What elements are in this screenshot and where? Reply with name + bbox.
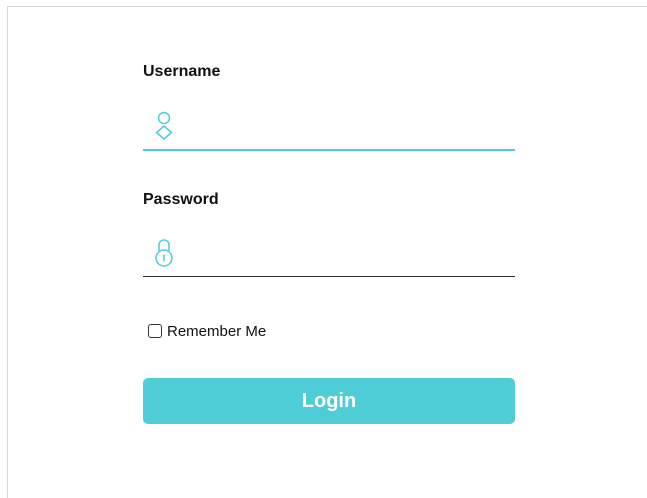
remember-me-label[interactable]: Remember Me	[167, 323, 266, 340]
lock-icon	[155, 239, 173, 267]
login-button[interactable]: Login	[143, 378, 515, 424]
remember-me[interactable]: Remember Me	[148, 321, 266, 341]
password-field[interactable]	[143, 233, 515, 277]
username-field[interactable]	[143, 107, 515, 151]
username-label: Username	[143, 63, 221, 80]
remember-me-checkbox[interactable]	[148, 324, 162, 338]
username-input[interactable]	[183, 113, 509, 143]
user-icon	[155, 111, 173, 140]
password-label: Password	[143, 191, 219, 208]
password-input[interactable]	[183, 239, 509, 269]
